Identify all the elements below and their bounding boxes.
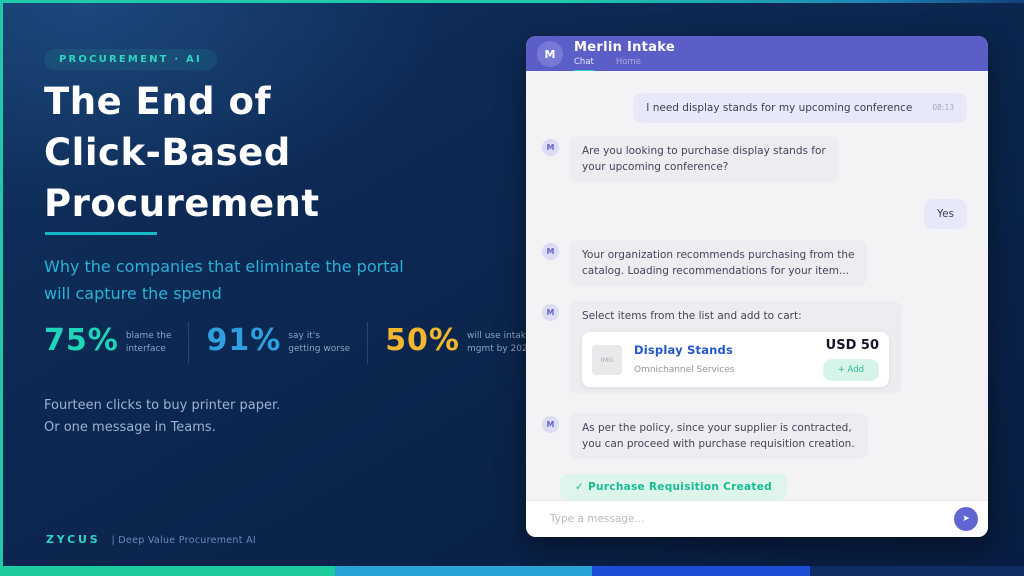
user-message-bubble: I need display stands for my upcoming co… (633, 93, 967, 123)
slide-background: PROCUREMENT · AI The End of Click-Based … (0, 0, 1024, 576)
product-image-placeholder: IMG (592, 345, 622, 375)
message-timestamp: 08:13 (932, 100, 954, 116)
brand-logo: ZYCUS (46, 533, 100, 546)
bot-avatar-small: M (542, 304, 559, 321)
bottom-accent-bar (0, 566, 1024, 576)
body-text-line: Or one message in Teams. (44, 417, 280, 439)
subtitle: Why the companies that eliminate the por… (44, 253, 404, 307)
bot-avatar: M (537, 41, 563, 67)
category-badge: PROCUREMENT · AI (44, 49, 217, 70)
bottom-bar-segment-lightblue (335, 566, 592, 576)
product-price: USD 50 (823, 338, 879, 354)
bottom-bar-segment-royalblue (592, 566, 810, 576)
stat-label-line: mgmt by 2027 (467, 343, 533, 356)
bot-message-line: you can proceed with purchase requisitio… (582, 436, 855, 452)
stat-label-line: say it's (288, 330, 350, 343)
title-line-2: Click-Based (44, 127, 320, 178)
message-input-bar: Type a message... ➤ (526, 500, 988, 537)
chat-header: M Merlin Intake Chat Home (526, 36, 988, 71)
chat-message-list[interactable]: I need display stands for my upcoming co… (526, 71, 988, 500)
stat-value: 91% (206, 322, 281, 360)
stat-label-line: will use intake (467, 330, 533, 343)
stat-divider (367, 322, 368, 364)
title-line-3: Procurement (44, 178, 320, 229)
left-accent-border (0, 0, 3, 576)
tab-chat[interactable]: Chat (574, 57, 594, 72)
stat-intake: 50% will use intake mgmt by 2027 (385, 322, 533, 360)
product-name-link[interactable]: Display Stands (634, 342, 734, 358)
stat-divider (188, 322, 189, 364)
chat-tabs: Chat Home (574, 57, 663, 72)
bot-message-bubble: Are you looking to purchase display stan… (569, 136, 839, 182)
tab-home[interactable]: Home (616, 57, 641, 72)
message-row-bot: M Are you looking to purchase display st… (526, 136, 988, 182)
bot-message-line: catalog. Loading recommendations for you… (582, 263, 854, 279)
message-row-user: Yes (526, 199, 988, 229)
footer: ZYCUS | Deep Value Procurement AI (46, 533, 256, 546)
product-card: IMG Display Stands Omnichannel Services … (582, 332, 889, 387)
subtitle-line-2: will capture the spend (44, 280, 404, 307)
chat-title: Merlin Intake (574, 40, 675, 55)
stat-value: 75% (44, 322, 119, 360)
title-underline (45, 232, 157, 235)
stat-label: blame the interface (126, 322, 172, 356)
bottom-bar-segment-navy (810, 566, 1024, 576)
bot-message-line: Select items from the list and add to ca… (582, 308, 889, 324)
add-to-cart-button[interactable]: + Add (823, 359, 879, 381)
bot-message-bubble: Select items from the list and add to ca… (569, 301, 902, 394)
message-row-bot: M Your organization recommends purchasin… (526, 240, 988, 286)
send-icon: ➤ (962, 514, 970, 524)
stat-interface: 75% blame the interface (44, 322, 171, 360)
title-line-1: The End of (44, 76, 320, 127)
message-row-user: I need display stands for my upcoming co… (526, 93, 988, 123)
bot-message-bubble: As per the policy, since your supplier i… (569, 413, 868, 459)
stat-value: 50% (385, 322, 460, 360)
stat-label-line: interface (126, 343, 172, 356)
message-input[interactable]: Type a message... (550, 513, 954, 525)
user-message-text: Yes (937, 206, 954, 222)
top-accent-border (0, 0, 1024, 3)
chat-panel: M Merlin Intake Chat Home I need display… (526, 36, 988, 537)
bot-message-line: Are you looking to purchase display stan… (582, 143, 826, 159)
user-message-text: I need display stands for my upcoming co… (646, 100, 912, 116)
bot-avatar-small: M (542, 139, 559, 156)
stat-label-line: getting worse (288, 343, 350, 356)
brand-tagline: | Deep Value Procurement AI (111, 535, 256, 546)
stat-label-line: blame the (126, 330, 172, 343)
product-price-block: USD 50 + Add (823, 338, 879, 381)
stats-row: 75% blame the interface 91% say it's get… (44, 322, 533, 364)
subtitle-line-1: Why the companies that eliminate the por… (44, 253, 404, 280)
bottom-bar-segment-teal (0, 566, 335, 576)
product-info: Display Stands Omnichannel Services (634, 342, 734, 378)
bot-message-line: your upcoming conference? (582, 159, 826, 175)
bot-message-line: As per the policy, since your supplier i… (582, 420, 855, 436)
message-row-bot: M As per the policy, since your supplier… (526, 413, 988, 459)
stat-label: say it's getting worse (288, 322, 350, 356)
bot-avatar-small: M (542, 243, 559, 260)
bot-message-line: Your organization recommends purchasing … (582, 247, 854, 263)
stat-worse: 91% say it's getting worse (206, 322, 350, 360)
status-badge: ✓ Purchase Requisition Created (560, 474, 787, 500)
page-title: The End of Click-Based Procurement (44, 76, 320, 229)
stat-label: will use intake mgmt by 2027 (467, 322, 533, 356)
bot-message-bubble: Your organization recommends purchasing … (569, 240, 867, 286)
body-text-line: Fourteen clicks to buy printer paper. (44, 395, 280, 417)
message-row-bot: M Select items from the list and add to … (526, 301, 988, 394)
body-text: Fourteen clicks to buy printer paper. Or… (44, 395, 280, 439)
product-vendor: Omnichannel Services (634, 362, 734, 378)
send-button[interactable]: ➤ (954, 507, 978, 531)
user-message-bubble: Yes (924, 199, 967, 229)
bot-avatar-small: M (542, 416, 559, 433)
